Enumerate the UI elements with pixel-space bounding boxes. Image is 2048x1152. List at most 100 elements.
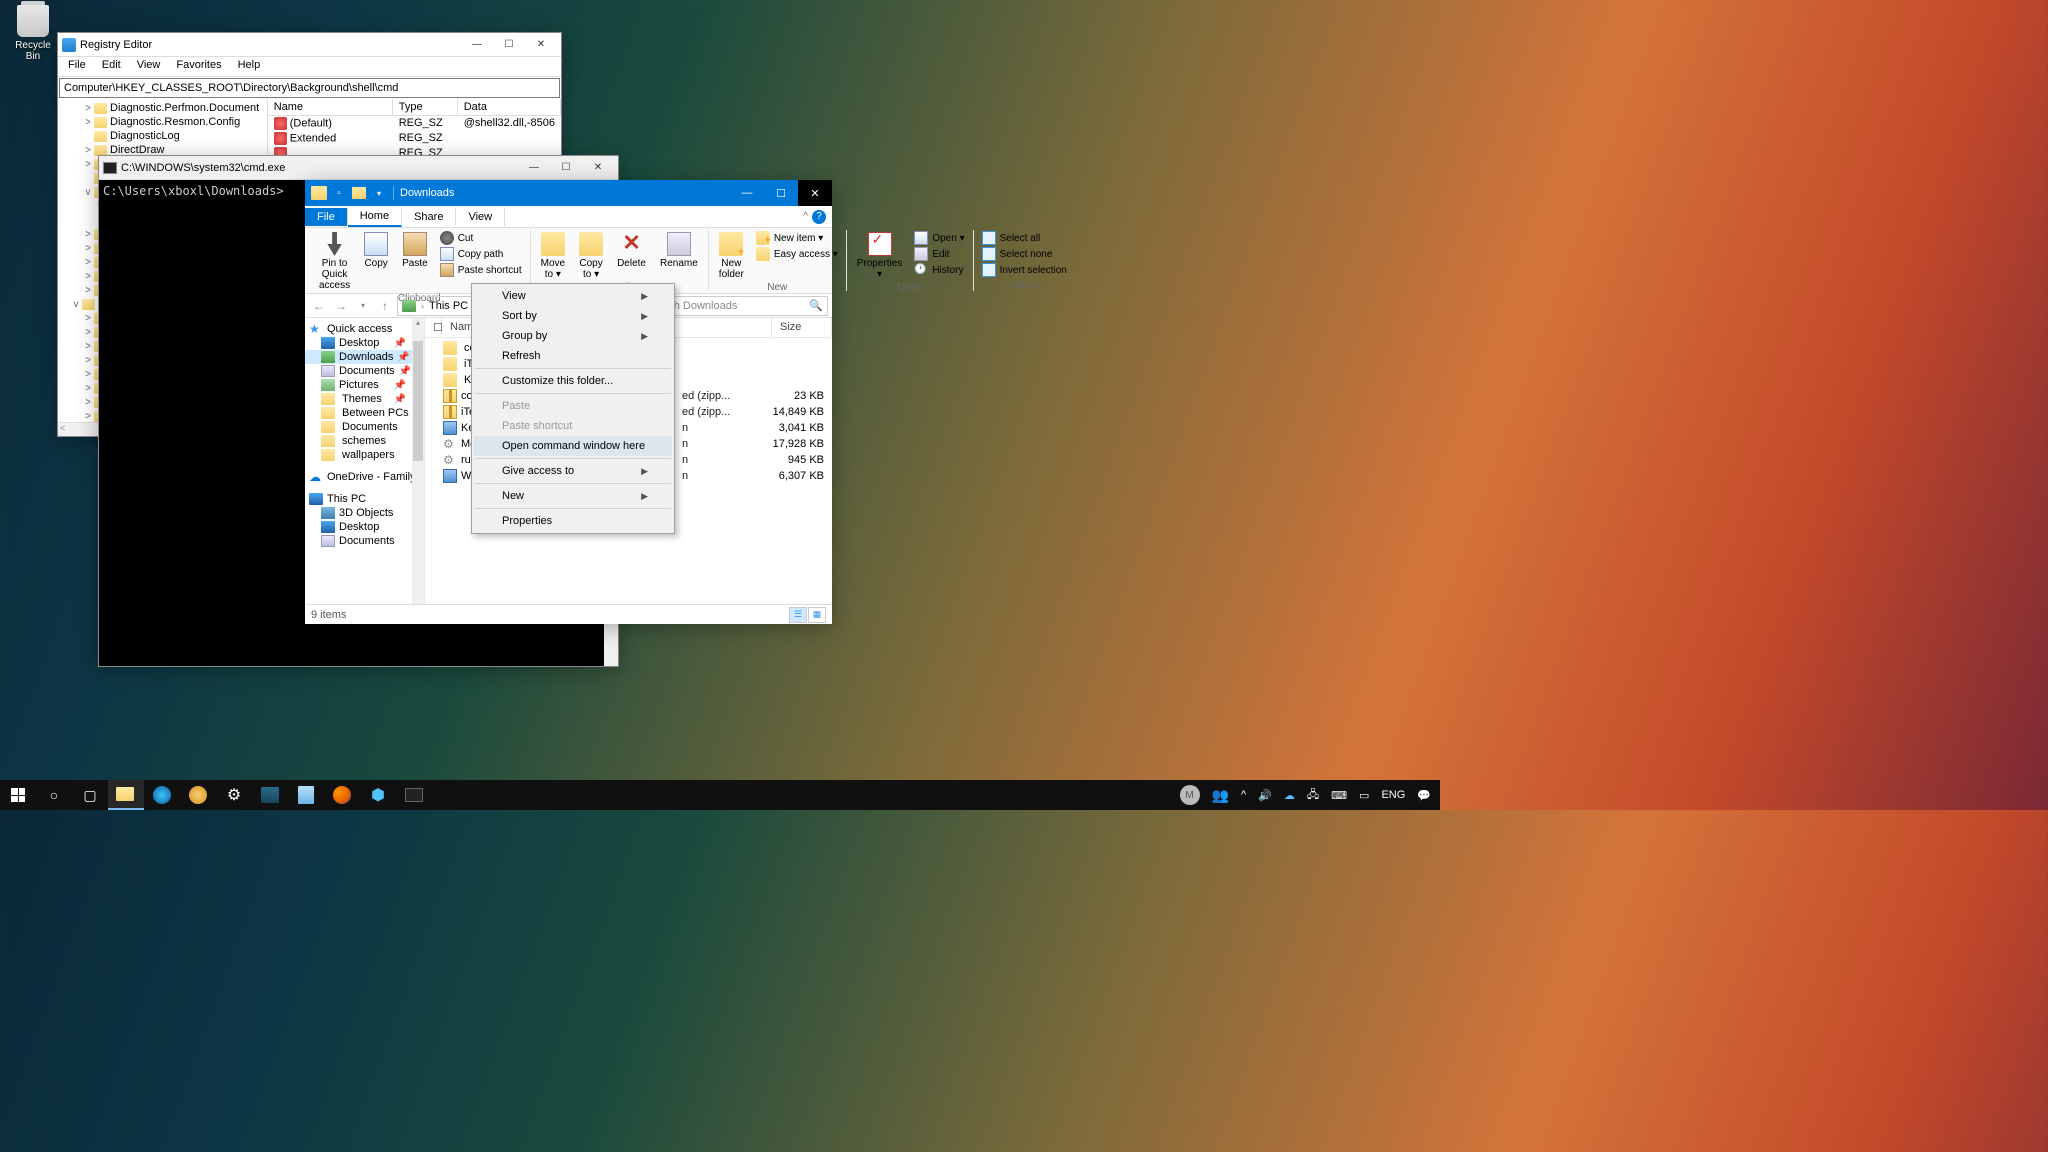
nav-documents3[interactable]: Documents (305, 534, 424, 548)
qat-props[interactable]: ▫ (331, 185, 347, 201)
nav-pane[interactable]: ★Quick access Desktop📌 Downloads📌 Docume… (305, 318, 425, 604)
paste-button[interactable]: Paste (398, 230, 432, 271)
task-view-button[interactable]: ▢ (72, 780, 108, 810)
action-center-button[interactable]: 💬 (1412, 780, 1436, 810)
explorer-titlebar[interactable]: ▫ ▾ Downloads — ☐ ✕ (305, 180, 832, 206)
pin-button[interactable]: Pin to Quick access (315, 230, 354, 293)
help-icon[interactable]: ? (812, 210, 826, 224)
nav-thispc[interactable]: This PC (305, 492, 424, 506)
recycle-bin[interactable]: Recycle Bin (8, 5, 58, 62)
tray-expand-button[interactable]: ^ (1236, 780, 1251, 810)
battery-button[interactable]: ▭ (1354, 780, 1374, 810)
tree-item[interactable]: >Diagnostic.Perfmon.Document (58, 101, 267, 115)
icons-view-button[interactable]: ▦ (808, 607, 826, 623)
maximize-button[interactable]: ☐ (764, 180, 798, 206)
nav-schemes[interactable]: schemes (305, 434, 424, 448)
tree-item[interactable]: DiagnosticLog (58, 129, 267, 143)
nav-desktop2[interactable]: Desktop (305, 520, 424, 534)
nav-between-pcs[interactable]: Between PCs (305, 406, 424, 420)
menu-edit[interactable]: Edit (94, 57, 129, 76)
menu-help[interactable]: Help (230, 57, 269, 76)
maximize-button[interactable]: ☐ (493, 34, 525, 56)
back-button[interactable]: ← (309, 296, 329, 316)
tab-file[interactable]: File (305, 208, 348, 226)
close-button[interactable]: ✕ (525, 34, 557, 56)
edit-button[interactable]: Edit (912, 246, 966, 262)
up-button[interactable]: ↑ (375, 296, 395, 316)
minimize-button[interactable]: — (461, 34, 493, 56)
minimize-button[interactable]: — (518, 157, 550, 179)
context-item[interactable]: Refresh (474, 346, 672, 366)
photos-taskbar-button[interactable] (252, 780, 288, 810)
invert-button[interactable]: Invert selection (980, 262, 1069, 278)
user-button[interactable]: M (1175, 780, 1205, 810)
context-item[interactable]: View▶ (474, 286, 672, 306)
details-view-button[interactable]: ☰ (789, 607, 807, 623)
col-size[interactable]: Size (772, 318, 832, 337)
paste-shortcut-button[interactable]: Paste shortcut (438, 262, 524, 278)
nav-desktop[interactable]: Desktop📌 (305, 336, 424, 350)
qat-customize[interactable]: ▾ (371, 185, 387, 201)
regedit-address[interactable]: Computer\HKEY_CLASSES_ROOT\Directory\Bac… (59, 78, 560, 98)
nav-quick-access[interactable]: ★Quick access (305, 322, 424, 336)
col-data[interactable]: Data (458, 99, 561, 115)
nav-onedrive[interactable]: ☁OneDrive - Family (305, 470, 424, 484)
menu-view[interactable]: View (129, 57, 169, 76)
nav-wallpapers[interactable]: wallpapers (305, 448, 424, 462)
easyaccess-button[interactable]: Easy access ▾ (754, 246, 840, 262)
newitem-button[interactable]: New item ▾ (754, 230, 840, 246)
menu-favorites[interactable]: Favorites (168, 57, 229, 76)
tab-view[interactable]: View (456, 208, 505, 226)
newfolder-button[interactable]: New folder (715, 230, 748, 282)
cmd-titlebar[interactable]: C:\WINDOWS\system32\cmd.exe — ☐ ✕ (99, 156, 618, 180)
close-button[interactable]: ✕ (798, 180, 832, 206)
selectall-button[interactable]: Select all (980, 230, 1069, 246)
edge-taskbar-button[interactable] (144, 780, 180, 810)
notepad-taskbar-button[interactable] (288, 780, 324, 810)
col-type[interactable]: Type (393, 99, 458, 115)
start-button[interactable] (0, 780, 36, 810)
context-item[interactable]: Group by▶ (474, 326, 672, 346)
bc-thispc[interactable]: This PC (429, 300, 468, 312)
copypath-button[interactable]: Copy path (438, 246, 524, 262)
maximize-button[interactable]: ☐ (550, 157, 582, 179)
context-item[interactable]: Sort by▶ (474, 306, 672, 326)
nav-3d-objects[interactable]: 3D Objects (305, 506, 424, 520)
col-checkbox[interactable]: ☐ (425, 318, 442, 337)
value-row[interactable]: (Default)REG_SZ@shell32.dll,-8506 (268, 116, 561, 131)
network-button[interactable]: 🖧 (1302, 780, 1324, 810)
forward-button[interactable]: → (331, 296, 351, 316)
nav-themes[interactable]: Themes📌 (305, 392, 424, 406)
firefox-taskbar-button[interactable] (324, 780, 360, 810)
context-item[interactable]: Give access to▶ (474, 461, 672, 481)
context-item[interactable]: New▶ (474, 486, 672, 506)
recent-button[interactable]: ▾ (353, 296, 373, 316)
cut-button[interactable]: Cut (438, 230, 524, 246)
tree-item[interactable]: >Diagnostic.Resmon.Config (58, 115, 267, 129)
nav-documents2[interactable]: Documents (305, 420, 424, 434)
copy-button[interactable]: Copy (360, 230, 392, 271)
tab-share[interactable]: Share (402, 208, 456, 226)
explorer-taskbar-button[interactable] (108, 780, 144, 810)
properties-button[interactable]: Properties ▾ (853, 230, 907, 282)
context-item[interactable]: Properties (474, 511, 672, 531)
onedrive-tray[interactable]: ☁ (1279, 780, 1300, 810)
people-button[interactable]: 👥 (1207, 780, 1234, 810)
paint-taskbar-button[interactable] (180, 780, 216, 810)
rename-button[interactable]: Rename (656, 230, 702, 271)
value-row[interactable]: ExtendedREG_SZ (268, 131, 561, 146)
history-button[interactable]: 🕐History (912, 262, 966, 278)
selectnone-button[interactable]: Select none (980, 246, 1069, 262)
moveto-button[interactable]: Move to ▾ (537, 230, 569, 282)
nav-documents[interactable]: Documents📌 (305, 364, 424, 378)
ribbon-collapse[interactable]: ^ (803, 211, 808, 222)
keyboard-button[interactable]: ⌨ (1326, 780, 1352, 810)
col-name[interactable]: Name (268, 99, 393, 115)
volume-button[interactable]: 🔊 (1253, 780, 1277, 810)
menu-file[interactable]: File (60, 57, 94, 76)
copyto-button[interactable]: Copy to ▾ (575, 230, 607, 282)
cortana-button[interactable]: ○ (36, 780, 72, 810)
regedit-titlebar[interactable]: Registry Editor — ☐ ✕ (58, 33, 561, 57)
context-item[interactable]: Open command window here (474, 436, 672, 456)
language-button[interactable]: ENG (1376, 780, 1410, 810)
